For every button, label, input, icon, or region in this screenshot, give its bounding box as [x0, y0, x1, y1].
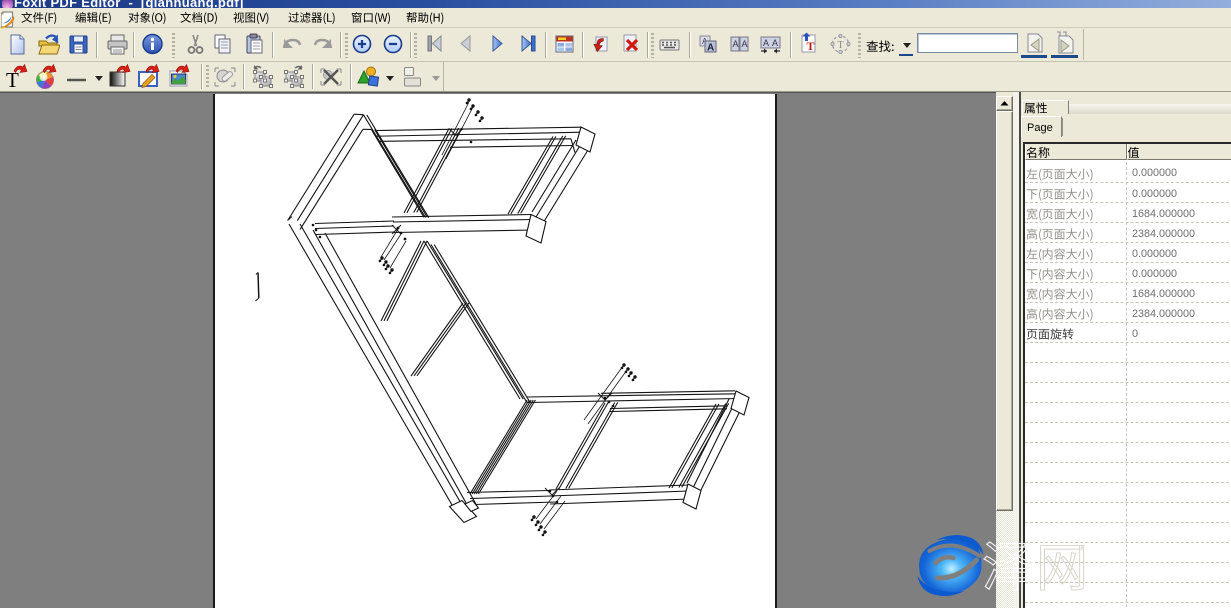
svg-text:T: T	[6, 68, 19, 91]
svg-text:T: T	[807, 39, 815, 53]
svg-text:A: A	[742, 39, 748, 49]
svg-text:A: A	[733, 39, 739, 49]
svg-text:A: A	[707, 43, 714, 54]
svg-text:A: A	[763, 38, 769, 48]
svg-text:A: A	[772, 38, 778, 48]
svg-text:T: T	[838, 40, 844, 51]
